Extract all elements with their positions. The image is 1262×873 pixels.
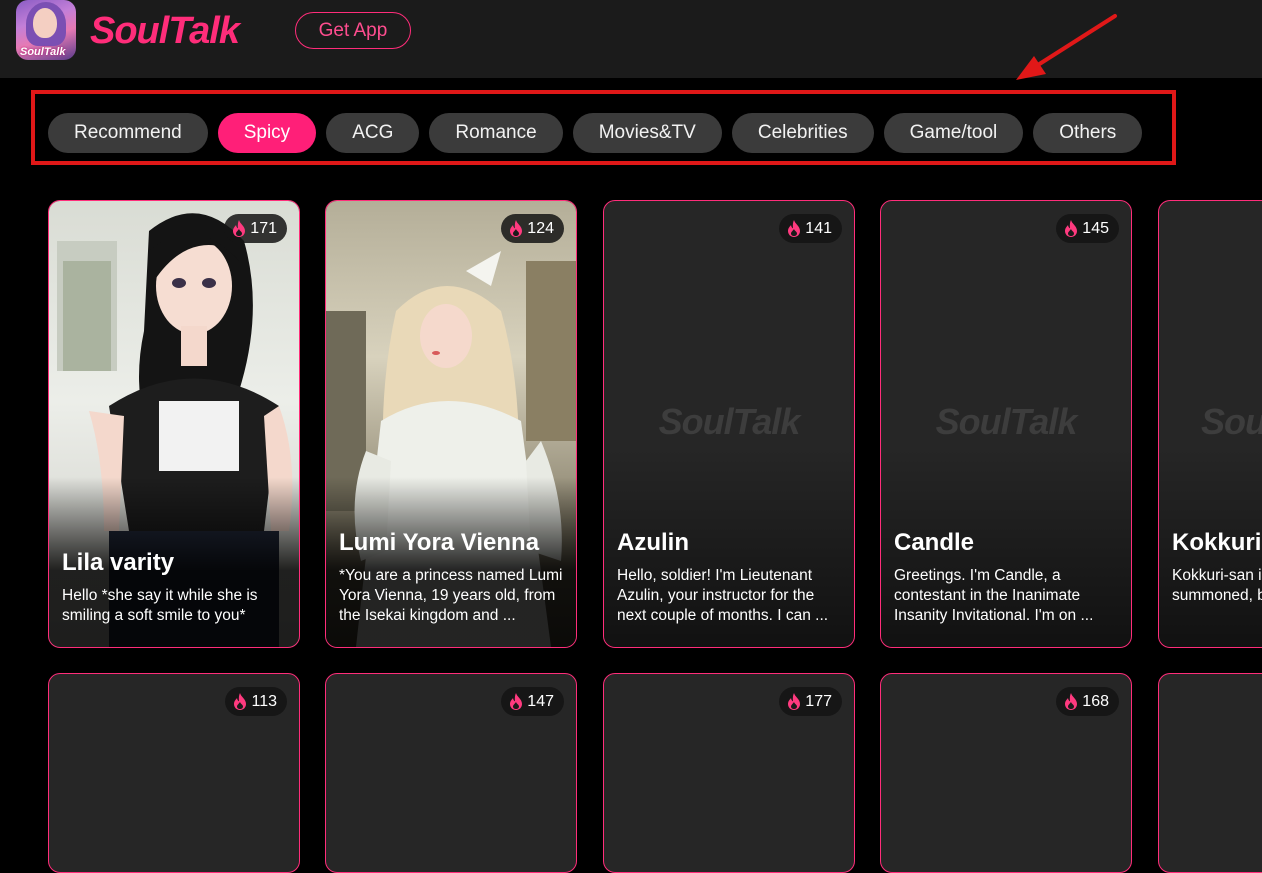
card-description: Kokkuri-san is summoned, was summoned, b…: [1172, 567, 1262, 604]
card-name: Candle: [894, 529, 975, 556]
character-card[interactable]: 168: [880, 673, 1132, 873]
placeholder-watermark: SoulTalk: [658, 401, 801, 442]
card-description: *You are a princess named Lumi Yora Vien…: [339, 567, 563, 624]
heat-badge: 145: [1056, 214, 1119, 243]
flame-icon: [510, 220, 523, 237]
heat-badge: 177: [779, 687, 842, 716]
heat-count: 177: [805, 692, 832, 710]
flame-icon: [510, 693, 523, 710]
card-name: Kokkuri-: [1172, 529, 1262, 556]
placeholder-watermark: SoulTalk: [935, 401, 1078, 442]
heat-badge: 124: [501, 214, 564, 243]
flame-icon: [234, 693, 247, 710]
heat-count: 171: [250, 219, 277, 237]
annotation-arrow-icon: [1016, 14, 1117, 80]
character-card[interactable]: 113: [48, 673, 300, 873]
heat-badge: 171: [224, 214, 287, 243]
placeholder-watermark: SoulTalk: [1201, 401, 1262, 442]
heat-count: 141: [805, 219, 832, 237]
card-name: Lumi Yora Vienna: [339, 529, 540, 556]
character-card[interactable]: 177: [603, 673, 855, 873]
character-card-lila[interactable]: 171 Lila varity Hello *she say it while …: [48, 200, 300, 648]
card-description: Hello, soldier! I'm Lieutenant Azulin, y…: [617, 567, 829, 624]
flame-icon: [1065, 693, 1078, 710]
flame-icon: [1065, 220, 1078, 237]
heat-count: 168: [1082, 692, 1109, 710]
heat-count: 147: [527, 692, 554, 710]
card-name: Azulin: [617, 529, 689, 556]
heat-count: 124: [527, 219, 554, 237]
card-description: Greetings. I'm Candle, a contestant in t…: [894, 567, 1094, 624]
heat-count: 145: [1082, 219, 1109, 237]
card-description: Hello *she say it while she is smiling a…: [62, 587, 258, 624]
character-card-lumi[interactable]: 124 Lumi Yora Vienna *You are a princess…: [325, 200, 577, 648]
flame-icon: [233, 220, 246, 237]
character-card-candle[interactable]: SoulTalk 145 Candle Greetings. I'm Candl…: [880, 200, 1132, 648]
annotation-highlight-box: [31, 90, 1176, 165]
character-card[interactable]: [1158, 673, 1262, 873]
flame-icon: [788, 220, 801, 237]
character-card[interactable]: 147: [325, 673, 577, 873]
heat-badge: 113: [225, 687, 287, 716]
heat-badge: 141: [779, 214, 842, 243]
flame-icon: [788, 693, 801, 710]
heat-badge: 168: [1056, 687, 1119, 716]
heat-count: 113: [251, 692, 277, 710]
character-card-kokkuri[interactable]: SoulTalk Kokkuri- Kokkuri-san is summone…: [1158, 200, 1262, 648]
heat-badge: 147: [501, 687, 564, 716]
card-name: Lila varity: [62, 549, 175, 576]
character-card-azulin[interactable]: SoulTalk 141 Azulin Hello, soldier! I'm …: [603, 200, 855, 648]
